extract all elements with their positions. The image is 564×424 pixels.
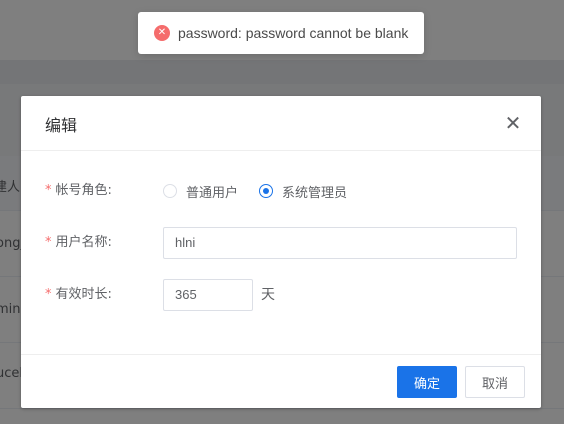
label-colon: : bbox=[107, 235, 112, 250]
error-toast: ✕ password: password cannot be blank bbox=[138, 12, 424, 54]
dialog-header: 编辑 ✕ bbox=[21, 96, 541, 151]
radio-unchecked-icon[interactable] bbox=[163, 184, 177, 198]
radio-label[interactable]: 系统管理员 bbox=[282, 182, 347, 201]
radio-normal-user[interactable]: 普通用户 bbox=[163, 175, 238, 207]
confirm-button[interactable]: 确定 bbox=[397, 366, 457, 398]
label-colon: : bbox=[107, 183, 112, 198]
toast-message: password: password cannot be blank bbox=[178, 25, 409, 41]
username-input[interactable]: hlni bbox=[163, 227, 517, 259]
required-mark: * bbox=[45, 183, 52, 198]
validity-input[interactable]: 365 bbox=[163, 279, 253, 311]
footer-divider bbox=[21, 354, 541, 355]
username-field: * 用户名称: hlni bbox=[21, 227, 541, 259]
username-label-wrap: * 用户名称: bbox=[45, 227, 112, 259]
role-label: 帐号角色 bbox=[55, 183, 108, 198]
radio-label[interactable]: 普通用户 bbox=[186, 182, 238, 201]
role-label-wrap: * 帐号角色: bbox=[45, 175, 112, 207]
dialog-title: 编辑 bbox=[45, 116, 78, 135]
radio-system-admin[interactable]: 系统管理员 bbox=[259, 175, 347, 207]
role-field: * 帐号角色: 普通用户 系统管理员 bbox=[21, 175, 541, 207]
radio-checked-icon[interactable] bbox=[259, 184, 273, 198]
validity-label: 有效时长 bbox=[55, 287, 108, 302]
required-mark: * bbox=[45, 235, 52, 250]
validity-field: * 有效时长: 365 天 bbox=[21, 279, 541, 311]
required-mark: * bbox=[45, 287, 52, 302]
label-colon: : bbox=[107, 287, 112, 302]
cancel-button[interactable]: 取消 bbox=[465, 366, 525, 398]
username-label: 用户名称 bbox=[55, 235, 108, 250]
error-circle-icon: ✕ bbox=[154, 25, 170, 41]
edit-dialog: 编辑 ✕ * 帐号角色: 普通用户 系统管理员 * 用户名称: hlni * 有效时长… bbox=[21, 96, 541, 408]
close-icon[interactable]: ✕ bbox=[503, 113, 523, 133]
validity-unit: 天 bbox=[261, 287, 275, 303]
validity-label-wrap: * 有效时长: bbox=[45, 279, 112, 311]
